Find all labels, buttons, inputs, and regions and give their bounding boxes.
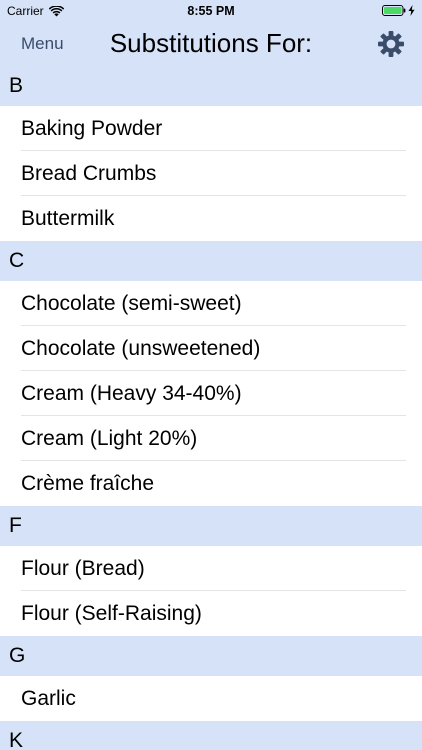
section-header-f: F	[0, 506, 422, 546]
page-title: Substitutions For:	[109, 28, 313, 58]
list-item[interactable]: Cream (Heavy 34-40%)	[0, 371, 422, 416]
list-item[interactable]: Cream (Light 20%)	[0, 416, 422, 461]
settings-button[interactable]	[377, 30, 405, 58]
battery-icon	[382, 5, 406, 16]
substitution-list: B Baking Powder Bread Crumbs Buttermilk C Cho…	[0, 66, 422, 750]
section-header-b: B	[0, 66, 422, 106]
list-item[interactable]: Crème fraîche	[0, 461, 422, 506]
list-item[interactable]: Garlic	[0, 676, 422, 721]
gear-icon	[378, 31, 404, 57]
clock: 8:55 PM	[187, 4, 235, 18]
section-header-c: C	[0, 241, 422, 281]
list-item[interactable]: Bread Crumbs	[0, 151, 422, 196]
list-item[interactable]: Flour (Self-Raising)	[0, 591, 422, 636]
list-item[interactable]: Chocolate (unsweetened)	[0, 326, 422, 371]
section-header-g: G	[0, 636, 422, 676]
list-item[interactable]: Buttermilk	[0, 196, 422, 241]
status-right	[382, 5, 415, 16]
status-bar: Carrier 8:55 PM	[0, 0, 422, 22]
nav-bar: Menu Substitutions For:	[0, 22, 422, 66]
screen: Carrier 8:55 PM Menu Substitutions For:	[0, 0, 422, 750]
list-item[interactable]: Chocolate (semi-sweet)	[0, 281, 422, 326]
section-header-k: K	[0, 721, 422, 750]
list-item[interactable]: Flour (Bread)	[0, 546, 422, 591]
list-item[interactable]: Baking Powder	[0, 106, 422, 151]
charging-bolt-icon	[408, 5, 415, 16]
